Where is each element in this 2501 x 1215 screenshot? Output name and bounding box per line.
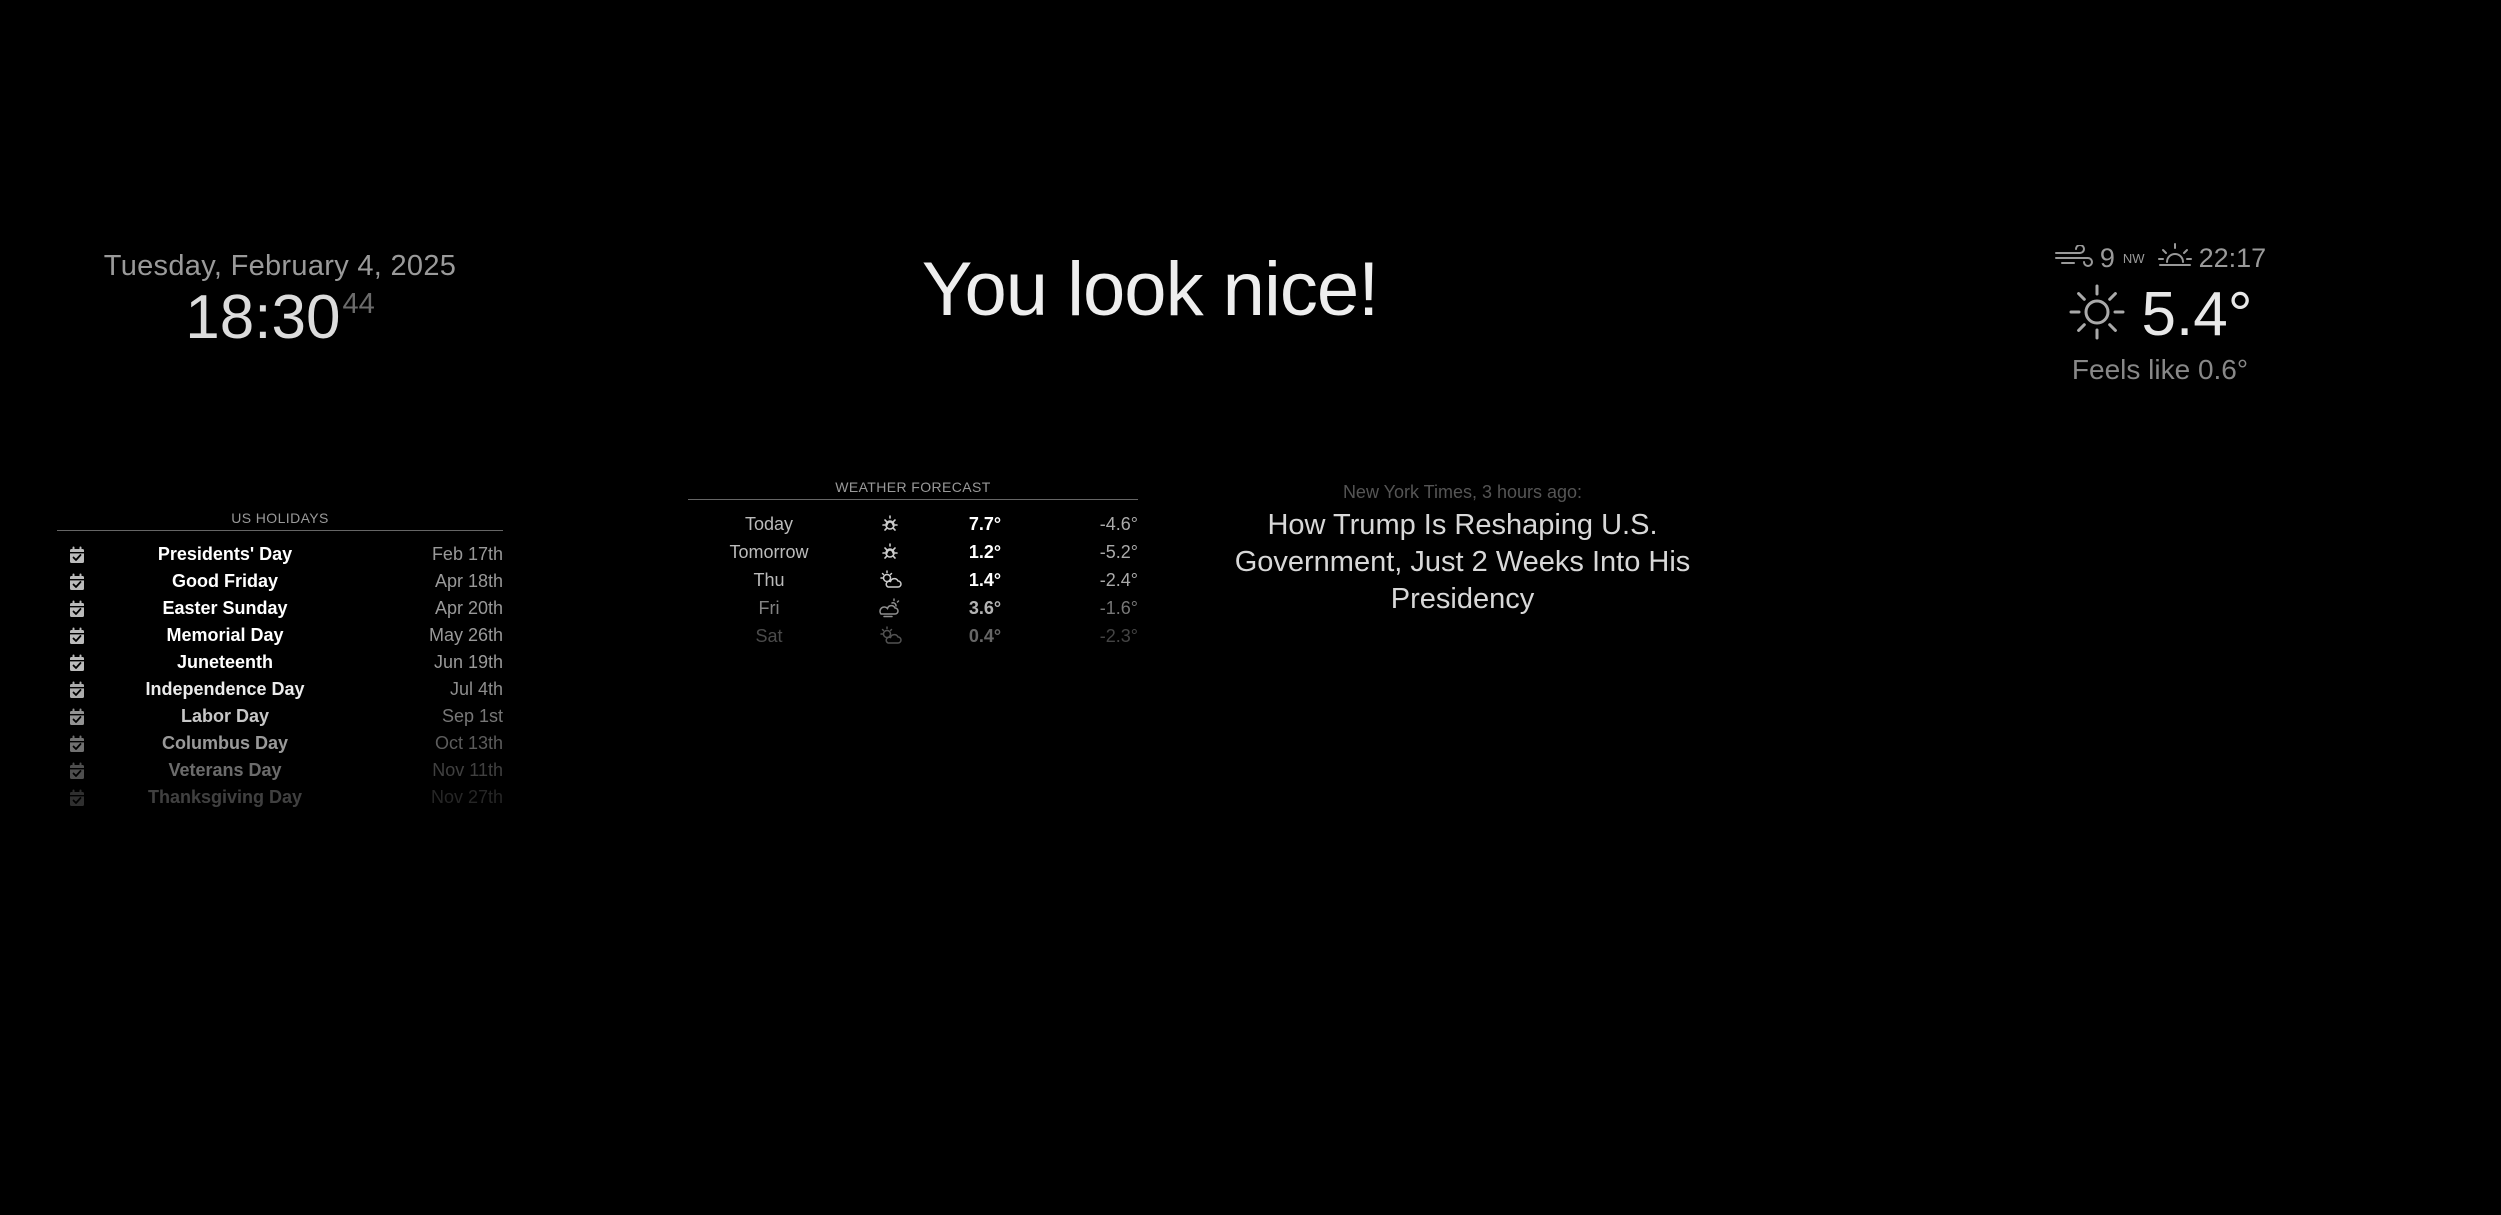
news-headline: How Trump Is Reshaping U.S. Government, …: [1234, 509, 1691, 615]
calendar-check-icon: [57, 654, 97, 672]
forecast-min-temp: -4.6°: [1099, 513, 1138, 534]
holiday-title: Thanksgiving Day: [147, 787, 303, 807]
holiday-date: Jul 4th: [449, 679, 503, 699]
weather-forecast-module: Weather Forecast Today 7.7° -4.6° Tomorrow 1…: [688, 479, 1138, 650]
holiday-date: Apr 18th: [434, 571, 503, 591]
holiday-row: Independence Day Jul 4th: [57, 676, 503, 703]
holiday-row: Memorial Day May 26th: [57, 622, 503, 649]
forecast-row: Fri 3.6° -1.6°: [688, 594, 1139, 622]
news-source: New York Times, 3 hours ago:: [1342, 482, 1583, 502]
sunset-time: 22:17: [2198, 243, 2267, 273]
forecast-day: Fri: [758, 597, 780, 618]
forecast-max-temp: 0.4°: [968, 625, 1002, 646]
calendar-check-icon: [57, 789, 97, 807]
holiday-row: Juneteenth Jun 19th: [57, 649, 503, 676]
forecast-row: Tomorrow 1.2° -5.2°: [688, 538, 1138, 566]
calendar-check-icon: [57, 762, 97, 780]
holiday-title: Columbus Day: [161, 733, 289, 753]
forecast-row: Thu 1.4° -2.4°: [688, 566, 1138, 594]
calendar-check-icon: [57, 546, 97, 564]
us-holidays-header: US Holidays: [57, 510, 503, 531]
holiday-row: Easter Sunday Apr 20th: [57, 595, 503, 622]
forecast-min-temp: -2.3°: [1099, 625, 1138, 646]
forecast-day: Sat: [755, 625, 783, 646]
sun-icon: [850, 542, 930, 562]
forecast-min-temp: -5.2°: [1099, 541, 1138, 562]
forecast-min-temp: -2.4°: [1099, 569, 1138, 590]
holiday-date: Nov 27th: [430, 787, 503, 807]
us-holidays-module: US Holidays Presidents' Day Feb 17th Good …: [57, 510, 503, 811]
clock-seconds: 44: [342, 288, 375, 320]
holiday-title: Memorial Day: [166, 625, 284, 645]
weather-forecast-header: Weather Forecast: [688, 479, 1138, 500]
forecast-row: Today 7.7° -4.6°: [688, 510, 1138, 538]
holiday-date: May 26th: [428, 625, 503, 645]
holiday-row: Presidents' Day Feb 17th: [57, 541, 503, 568]
holiday-list: Presidents' Day Feb 17th Good Friday Apr 18…: [57, 541, 503, 811]
wind-speed: 9: [2099, 243, 2115, 273]
holiday-row: Columbus Day Oct 13th: [57, 730, 503, 757]
forecast-day: Thu: [753, 569, 785, 590]
holiday-row: Labor Day Sep 1st: [57, 703, 503, 730]
newsfeed-module: New York Times, 3 hours ago: How Trump I…: [1180, 482, 1745, 618]
holiday-title: Easter Sunday: [162, 598, 288, 618]
holiday-date: Feb 17th: [431, 544, 503, 564]
wind-icon: [2054, 243, 2094, 274]
clock-date: Tuesday, February 4, 2025: [103, 250, 457, 282]
holiday-row: Thanksgiving Day Nov 27th: [57, 784, 503, 811]
forecast-day: Today: [744, 513, 794, 534]
mirror-screen: Tuesday, February 4, 2025 18:3044 You lo…: [0, 0, 2501, 1215]
calendar-check-icon: [57, 708, 97, 726]
holiday-date: Apr 20th: [434, 598, 503, 618]
forecast-max-temp: 3.6°: [968, 597, 1002, 618]
compliment-text: You look nice!: [921, 247, 1379, 332]
sun-icon: [850, 514, 930, 534]
partly-cloudy-icon: [850, 626, 930, 646]
feels-like: Feels like 0.6°: [2071, 354, 2249, 385]
forecast-max-temp: 1.4°: [968, 569, 1002, 590]
holiday-date: Oct 13th: [434, 733, 503, 753]
wind-direction: NW: [2122, 251, 2145, 266]
holiday-title: Independence Day: [145, 679, 305, 699]
current-weather-module: 9 NW 22:17 5.4° Feels like 0.6°: [2030, 240, 2290, 386]
holiday-title: Presidents' Day: [157, 544, 293, 564]
holiday-date: Nov 11th: [432, 760, 503, 780]
holiday-date: Jun 19th: [433, 652, 503, 672]
holiday-title: Juneteenth: [176, 652, 273, 672]
forecast-min-temp: -1.6°: [1099, 597, 1138, 618]
sunset-icon: [2157, 240, 2193, 277]
calendar-check-icon: [57, 681, 97, 699]
clock-hours-minutes: 18:30: [185, 283, 341, 352]
calendar-check-icon: [57, 735, 97, 753]
forecast-list: Today 7.7° -4.6° Tomorrow 1.2° -5.2° Thu 1.4° -2…: [688, 510, 1138, 650]
calendar-check-icon: [57, 573, 97, 591]
forecast-max-temp: 1.2°: [968, 541, 1002, 562]
forecast-max-temp: 7.7°: [968, 513, 1002, 534]
holiday-row: Good Friday Apr 18th: [57, 568, 503, 595]
clock-time: 18:3044: [80, 285, 480, 350]
holiday-title: Veterans Day: [168, 760, 282, 780]
current-weather-details: 9 NW 22:17: [2030, 240, 2290, 277]
holiday-title: Labor Day: [180, 706, 270, 726]
calendar-check-icon: [57, 627, 97, 645]
partly-cloudy-icon: [850, 570, 930, 590]
holiday-date: Sep 1st: [441, 706, 503, 726]
holiday-row: Veterans Day Nov 11th: [57, 757, 503, 784]
forecast-row: Sat 0.4° -2.3°: [688, 622, 1138, 650]
current-temperature: 5.4°: [2141, 280, 2253, 349]
sun-icon: [2068, 283, 2126, 346]
holiday-title: Good Friday: [171, 571, 278, 591]
current-temperature-row: 5.4°: [2030, 279, 2290, 350]
calendar-check-icon: [57, 600, 97, 618]
forecast-day: Tomorrow: [729, 541, 809, 562]
clock-module: Tuesday, February 4, 2025 18:3044: [80, 250, 480, 350]
cloudy-sun-icon: [850, 598, 930, 618]
